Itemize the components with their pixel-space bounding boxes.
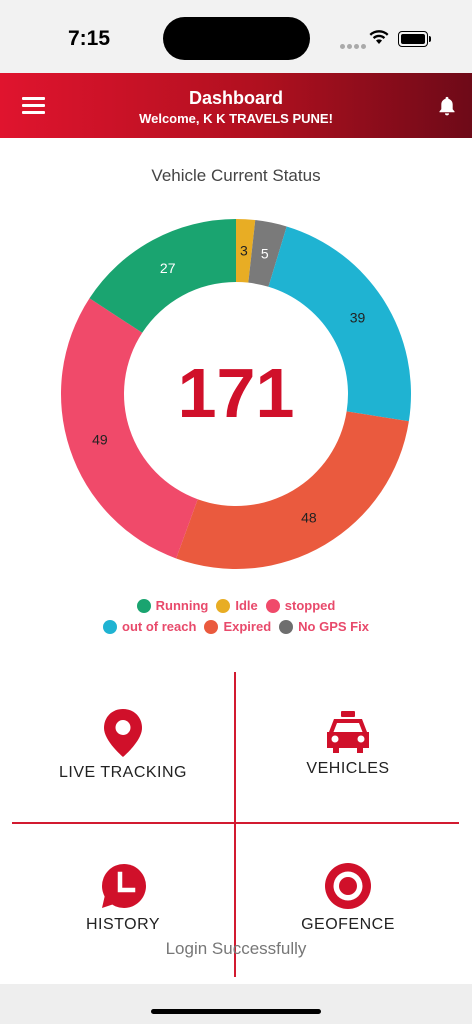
bottom-bar bbox=[0, 984, 472, 1024]
status-donut-chart: 3 5 39 48 49 27 171 bbox=[60, 219, 412, 569]
legend-item-out-of-reach: out of reach bbox=[103, 619, 196, 634]
donut-value-label: 48 bbox=[301, 510, 317, 526]
chart-title: Vehicle Current Status bbox=[151, 166, 321, 185]
legend-label: stopped bbox=[284, 598, 336, 613]
legend-row: out of reach Expired No GPS Fix bbox=[0, 619, 472, 634]
history-label: HISTORY bbox=[85, 916, 161, 933]
bell-icon[interactable] bbox=[436, 95, 458, 117]
legend-dot bbox=[265, 598, 280, 613]
home-indicator[interactable] bbox=[151, 1009, 321, 1014]
welcome-subtitle: Welcome, K K TRAVELS PUNE! bbox=[139, 111, 333, 126]
legend-row: Running Idle stopped bbox=[0, 598, 472, 613]
history-clock-icon bbox=[102, 864, 146, 908]
grid-divider-horizontal bbox=[12, 822, 459, 824]
legend-dot bbox=[216, 598, 231, 613]
signal-icon bbox=[340, 36, 368, 54]
location-pin-icon bbox=[104, 709, 142, 757]
geofence-tile[interactable]: GEOFENCE bbox=[238, 862, 458, 934]
legend-label: No GPS Fix bbox=[298, 619, 369, 634]
legend-dot bbox=[204, 619, 219, 634]
legend-item-stopped: stopped bbox=[265, 598, 336, 613]
geofence-label: GEOFENCE bbox=[301, 916, 395, 933]
status-bar: 7:15 bbox=[0, 0, 472, 73]
donut-segment-expired bbox=[176, 411, 409, 569]
grid-divider-vertical bbox=[234, 672, 236, 977]
vehicles-label: VEHICLES bbox=[306, 760, 390, 777]
battery-icon bbox=[398, 31, 431, 47]
legend-item-idle: Idle bbox=[216, 598, 258, 613]
dynamic-island bbox=[163, 17, 310, 60]
legend-item-no-gps-fix: No GPS Fix bbox=[279, 619, 369, 634]
legend-item-running: Running bbox=[136, 598, 209, 613]
toast-message: Login Successfully bbox=[165, 939, 307, 958]
geofence-target-icon bbox=[325, 863, 371, 909]
app-header: Dashboard Welcome, K K TRAVELS PUNE! bbox=[0, 73, 472, 138]
legend-label: Idle bbox=[235, 598, 258, 613]
legend-label: Expired bbox=[223, 619, 272, 634]
live-tracking-label: LIVE TRACKING bbox=[58, 764, 187, 781]
page-title: Dashboard bbox=[188, 88, 284, 108]
legend-label: Running bbox=[155, 598, 209, 613]
status-time: 7:15 bbox=[68, 27, 111, 50]
donut-value-label: 49 bbox=[92, 431, 108, 447]
legend-dot bbox=[103, 619, 118, 634]
legend-item-expired: Expired bbox=[204, 619, 271, 634]
legend-label: out of reach bbox=[122, 619, 197, 634]
donut-value-label: 39 bbox=[350, 310, 366, 326]
donut-value-label: 27 bbox=[160, 260, 176, 276]
donut-value-label: 5 bbox=[261, 245, 269, 261]
donut-value-label: 3 bbox=[240, 243, 248, 259]
vehicles-tile[interactable]: VEHICLES bbox=[238, 710, 458, 778]
legend-dot bbox=[136, 598, 151, 613]
history-tile[interactable]: HISTORY bbox=[13, 862, 233, 934]
wifi-icon bbox=[369, 30, 389, 44]
chart-legend: Running Idle stopped out of reach Expired No… bbox=[0, 598, 472, 640]
total-vehicle-count: 171 bbox=[178, 354, 295, 432]
taxi-car-icon bbox=[327, 711, 369, 753]
legend-dot bbox=[279, 619, 294, 634]
live-tracking-tile[interactable]: LIVE TRACKING bbox=[13, 708, 233, 782]
